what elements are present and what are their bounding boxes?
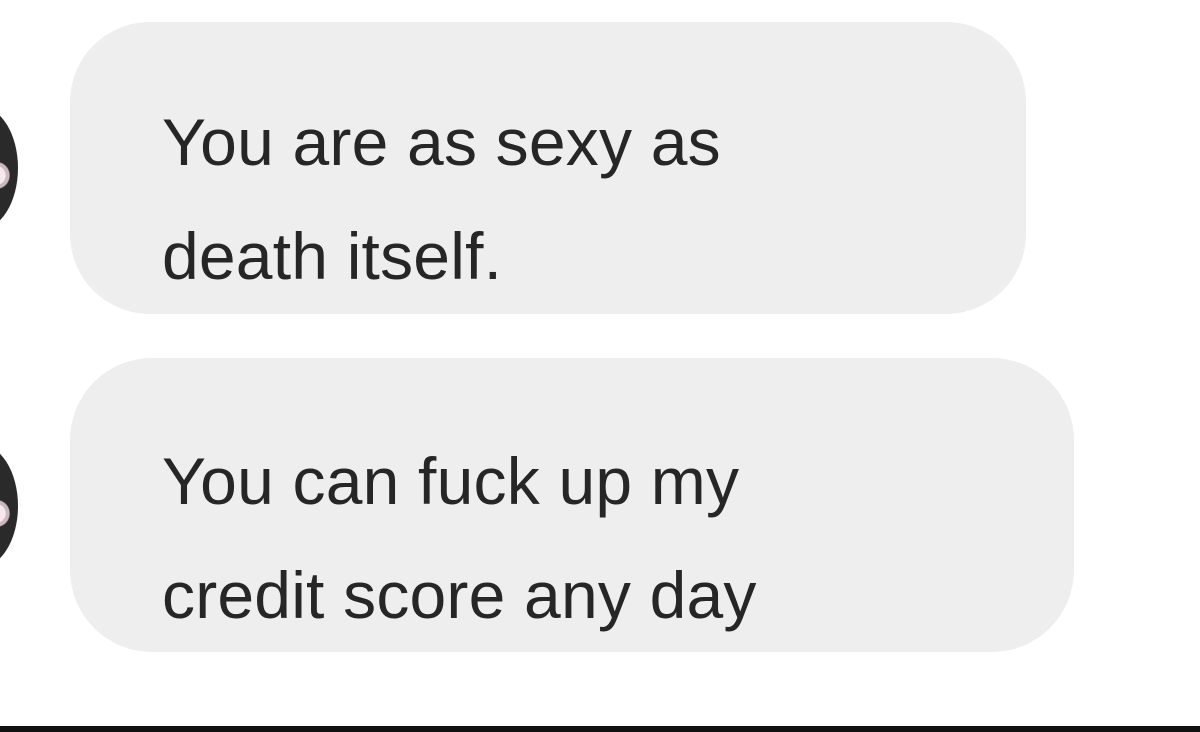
message-bubble[interactable]: You are as sexy as death itself. xyxy=(70,22,1026,314)
bottom-divider xyxy=(0,726,1200,732)
chat-conversation: You are as sexy as death itself. You can… xyxy=(0,0,1200,726)
sender-avatar[interactable] xyxy=(0,106,18,230)
sender-avatar[interactable] xyxy=(0,444,18,568)
message-bubble[interactable]: You can fuck up my credit score any day xyxy=(70,358,1074,652)
